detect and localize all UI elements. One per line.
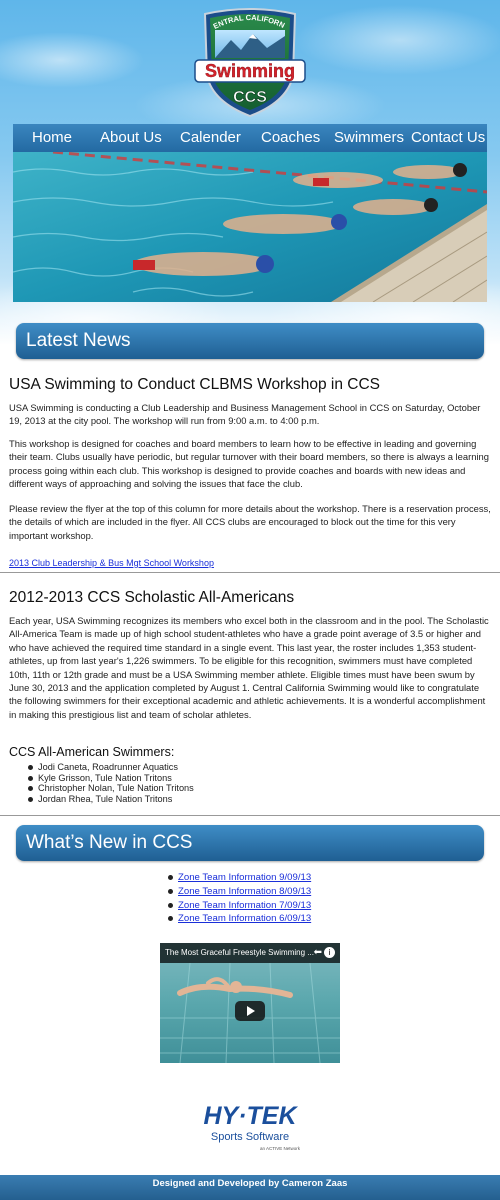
- latest-news-heading: Latest News: [16, 323, 484, 359]
- list-item: Zone Team Information 8/09/13: [168, 885, 311, 899]
- nav-coaches[interactable]: Coaches: [261, 129, 320, 146]
- play-button[interactable]: [235, 1001, 265, 1021]
- nav-swimmers[interactable]: Swimmers: [334, 129, 404, 146]
- swimmers-list-title: CCS All-American Swimmers:: [9, 745, 175, 759]
- list-item: Jodi Caneta, Roadrunner Aquatics: [28, 762, 194, 773]
- hytek-brand: HY·TEK: [203, 1102, 298, 1130]
- article-paragraph-all-americans: Each year, USA Swimming recognizes its m…: [9, 615, 489, 720]
- article-title: USA Swimming to Conduct CLBMS Workshop i…: [9, 376, 380, 393]
- article-title: 2012-2013 CCS Scholastic All-Americans: [9, 589, 295, 606]
- workshop-flyer-link[interactable]: 2013 Club Leadership & Bus Mgt School Wo…: [9, 558, 214, 568]
- zone-team-link[interactable]: Zone Team Information 7/09/13: [178, 900, 311, 911]
- video-title-text: The Most Graceful Freestyle Swimming ...: [165, 948, 314, 957]
- swimmer-list: Jodi Caneta, Roadrunner Aquatics Kyle Gr…: [28, 762, 194, 804]
- main-navigation: Home About Us Calender Coaches Swimmers …: [13, 124, 487, 152]
- nav-contact-us[interactable]: Contact Us: [411, 129, 485, 146]
- article-paragraph: Please review the flyer at the top of th…: [9, 502, 491, 542]
- list-item: Kyle Grisson, Tule Nation Tritons: [28, 773, 194, 784]
- nav-calender[interactable]: Calender: [180, 129, 241, 146]
- section-divider: [0, 572, 500, 573]
- whats-new-heading: What’s New in CCS: [16, 825, 484, 861]
- logo-sub-text: CCS: [233, 89, 267, 106]
- article-paragraph-3: Please review the flyer at the top of th…: [9, 503, 491, 541]
- hytek-small: an ACTIVE Network: [260, 1146, 301, 1151]
- zone-team-link[interactable]: Zone Team Information 8/09/13: [178, 886, 311, 897]
- article-all-americans: 2012-2013 CCS Scholastic All-Americans: [9, 589, 491, 607]
- ccs-swimming-logo[interactable]: CENTRAL CALIFORNIA Swimming CCS: [191, 6, 309, 120]
- article-paragraph: Each year, USA Swimming recognizes its m…: [9, 614, 491, 721]
- article-paragraph-1: USA Swimming is conducting a Club Leader…: [9, 402, 481, 427]
- nav-about-us[interactable]: About Us: [100, 129, 162, 146]
- list-item: Christopher Nolan, Tule Nation Tritons: [28, 783, 194, 794]
- zone-team-link[interactable]: Zone Team Information 9/09/13: [178, 872, 311, 883]
- footer-credit: Designed and Developed by Cameron Zaas: [152, 1178, 348, 1189]
- nav-home[interactable]: Home: [32, 129, 72, 146]
- article-paragraph: USA Swimming is conducting a Club Leader…: [9, 401, 491, 428]
- list-item: Zone Team Information 7/09/13: [168, 899, 311, 913]
- zone-team-links: Zone Team Information 9/09/13 Zone Team …: [168, 871, 311, 926]
- article-clbms-workshop: USA Swimming to Conduct CLBMS Workshop i…: [9, 376, 491, 394]
- article-paragraph: This workshop is designed for coaches an…: [9, 437, 491, 491]
- article-link-wrap: 2013 Club Leadership & Bus Mgt School Wo…: [9, 551, 491, 570]
- info-icon[interactable]: i: [324, 947, 335, 958]
- list-item: Zone Team Information 9/09/13: [168, 871, 311, 885]
- share-icon[interactable]: ⬅: [314, 947, 322, 958]
- footer: Designed and Developed by Cameron Zaas: [0, 1175, 500, 1200]
- hytek-tagline: Sports Software: [211, 1131, 289, 1143]
- hero-pool-image: [13, 152, 487, 302]
- logo-main-text: Swimming: [205, 61, 295, 81]
- section-divider: [0, 815, 500, 816]
- list-item: Zone Team Information 6/09/13: [168, 912, 311, 926]
- list-item: Jordan Rhea, Tule Nation Tritons: [28, 794, 194, 805]
- hytek-logo[interactable]: HY·TEK Sports Software an ACTIVE Network: [185, 1098, 315, 1156]
- video-embed[interactable]: The Most Graceful Freestyle Swimming ...…: [160, 943, 340, 1063]
- article-paragraph-2: This workshop is designed for coaches an…: [9, 438, 489, 490]
- zone-team-link[interactable]: Zone Team Information 6/09/13: [178, 913, 311, 924]
